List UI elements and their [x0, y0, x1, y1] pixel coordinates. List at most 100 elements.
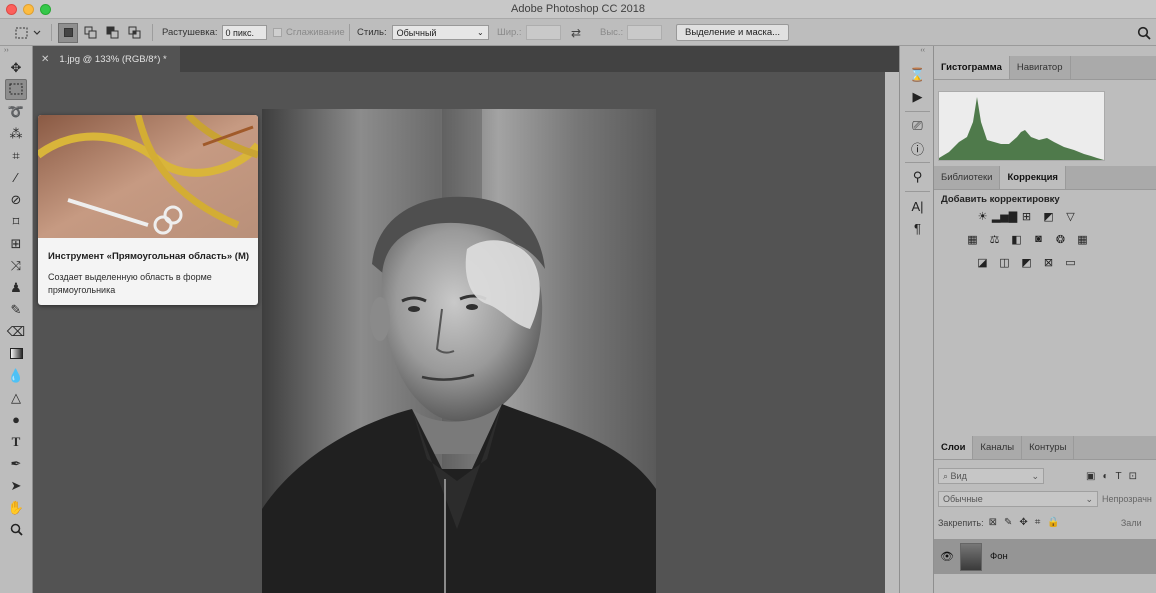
tab-histogram[interactable]: Гистограмма — [934, 56, 1010, 79]
threshold-button[interactable]: ◩ — [1018, 255, 1035, 269]
options-bar: Растушевка: 0 пикс. Сглаживание Стиль: О… — [0, 19, 1156, 46]
brightness-contrast-button[interactable]: ☀ — [974, 209, 991, 223]
blend-mode-value: Обычные — [943, 494, 983, 504]
type-tool[interactable]: T — [5, 431, 27, 452]
subtract-from-selection-button[interactable] — [102, 23, 122, 43]
invert-button[interactable]: ◪ — [974, 255, 991, 269]
tab-libraries[interactable]: Библиотеки — [934, 166, 1001, 189]
hue-saturation-button[interactable]: ▦ — [964, 232, 981, 246]
chevron-down-icon: ⌄ — [1031, 470, 1039, 481]
magic-wand-tool[interactable]: ⁂ — [5, 123, 27, 144]
eyedropper-tool[interactable]: ⁄ — [5, 167, 27, 188]
selective-color-button[interactable]: ⊠ — [1040, 255, 1057, 269]
lasso-tool[interactable]: ➰ — [5, 101, 27, 122]
color-balance-button[interactable]: ⚖ — [986, 232, 1003, 246]
color-lookup-button[interactable]: ▦ — [1074, 232, 1091, 246]
move-icon: ✥ — [10, 59, 22, 75]
channel-mixer-button[interactable]: ❂ — [1052, 232, 1069, 246]
photo-filter-button[interactable]: ◙ — [1030, 232, 1047, 246]
healing-icon: ⊘ — [10, 191, 22, 207]
gradient-map-button[interactable]: ▭ — [1062, 255, 1079, 269]
paragraph-panel-button[interactable]: ¶ — [900, 217, 935, 239]
spot-healing-tool[interactable]: ⊘ — [5, 189, 27, 210]
tab-channels[interactable]: Каналы — [973, 436, 1023, 459]
document-tabs: ✕ 1.jpg @ 133% (RGB/8*) * — [33, 46, 899, 72]
levels-button[interactable]: ▂▅▇ — [992, 209, 1017, 223]
balance-icon: ⚖ — [989, 233, 1000, 246]
crop-tool[interactable]: ⌗ — [5, 145, 27, 166]
document-image[interactable] — [262, 109, 656, 593]
antialias-checkbox[interactable] — [273, 28, 282, 37]
lock-transparent-icon[interactable]: ⊠ — [989, 517, 997, 528]
character-panel-button[interactable]: A| — [900, 195, 935, 217]
blur-tool[interactable]: 💧 — [5, 365, 27, 386]
history-panel-button[interactable]: ⌛ — [900, 64, 935, 86]
new-selection-button[interactable] — [58, 22, 78, 43]
histogram-navigator-tabs: Гистограмма Навигатор — [934, 56, 1156, 80]
move-tool[interactable]: ✥ — [5, 57, 27, 78]
hand-tool[interactable]: ✋ — [5, 497, 27, 518]
history-brush-tool[interactable]: ✎ — [5, 299, 27, 320]
frame-tool[interactable]: ⊞ — [5, 233, 27, 254]
exposure-button[interactable]: ◩ — [1040, 209, 1057, 223]
tab-navigator[interactable]: Навигатор — [1010, 56, 1071, 79]
sponge-tool[interactable]: ● — [5, 409, 27, 430]
exposure-icon: ◩ — [1043, 210, 1054, 223]
blend-mode-select[interactable]: Обычные ⌄ — [938, 491, 1098, 507]
clone-stamp-tool[interactable]: ♟ — [5, 277, 27, 298]
swap-width-height-icon[interactable]: ⇄ — [571, 19, 581, 46]
curves-button[interactable]: ⊞ — [1018, 209, 1035, 223]
add-selection-icon — [84, 26, 96, 39]
eye-icon[interactable]: 👁 — [934, 550, 960, 563]
mixer-icon: ❂ — [1055, 233, 1066, 246]
lock-artboard-icon[interactable]: ⌗ — [1035, 517, 1041, 528]
tab-adjustments[interactable]: Коррекция — [1000, 166, 1066, 189]
vertical-scrollbar[interactable] — [885, 72, 899, 593]
clone-source-panel-button[interactable]: ⚲ — [900, 166, 935, 188]
posterize-button[interactable]: ◫ — [996, 255, 1013, 269]
vibrance-button[interactable]: ▽ — [1062, 209, 1079, 223]
filter-shape-icon[interactable]: ⊡ — [1129, 471, 1137, 482]
actions-panel-button[interactable]: ▶ — [900, 86, 935, 108]
close-tab-icon[interactable]: ✕ — [41, 54, 49, 65]
rectangular-marquee-tool[interactable] — [5, 79, 27, 100]
type-icon: T — [11, 433, 21, 449]
lock-move-icon[interactable]: ✥ — [1019, 517, 1027, 528]
lock-all-icon[interactable]: 🔒 — [1047, 517, 1059, 528]
width-input[interactable] — [525, 25, 561, 40]
gradient-tool[interactable] — [5, 343, 27, 364]
filter-adjustment-icon[interactable]: ◐ — [1102, 471, 1108, 482]
patch-tool[interactable]: ⤨ — [5, 255, 27, 276]
dock-collapse-grip[interactable]: ‹‹ — [900, 46, 933, 56]
panel-collapse-grip[interactable]: ›› — [0, 46, 32, 56]
pen-tool[interactable]: ✒ — [5, 453, 27, 474]
search-button[interactable] — [1137, 19, 1151, 46]
layer-row[interactable]: 👁 Фон — [934, 539, 1156, 574]
dodge-tool[interactable]: △ — [5, 387, 27, 408]
zoom-tool[interactable] — [5, 519, 27, 540]
layer-filter-select[interactable]: ⌕ Вид ⌄ — [938, 468, 1044, 484]
gradient-icon — [9, 348, 23, 359]
style-select[interactable]: Обычный ⌄ — [391, 25, 489, 40]
tool-preset-picker[interactable] — [14, 19, 44, 46]
brush-tool[interactable]: ⌑ — [5, 211, 27, 232]
document-tab[interactable]: ✕ 1.jpg @ 133% (RGB/8*) * — [33, 46, 180, 72]
black-white-button[interactable]: ◧ — [1008, 232, 1025, 246]
tool-tooltip: Инструмент «Прямоугольная область» (M) С… — [38, 115, 258, 305]
path-selection-tool[interactable]: ➤ — [5, 475, 27, 496]
select-and-mask-button[interactable]: Выделение и маска... — [676, 24, 790, 41]
filter-type-icon[interactable]: T — [1116, 471, 1122, 482]
height-input[interactable] — [627, 25, 663, 40]
learn-panel-button[interactable]: ⎚ — [900, 115, 935, 137]
filter-pixel-icon[interactable]: ▣ — [1086, 471, 1095, 482]
tab-layers[interactable]: Слои — [934, 436, 974, 459]
tab-paths[interactable]: Контуры — [1022, 436, 1075, 459]
subtract-selection-icon — [106, 26, 118, 39]
intersect-selection-button[interactable] — [124, 23, 144, 43]
add-to-selection-button[interactable] — [80, 23, 100, 43]
info-panel-button[interactable]: ⓘ — [900, 137, 935, 159]
feather-input[interactable]: 0 пикс. — [221, 25, 267, 40]
eraser-tool[interactable]: ⌫ — [5, 321, 27, 342]
lock-brush-icon[interactable]: ✎ — [1004, 517, 1012, 528]
triangle-icon: △ — [11, 389, 21, 405]
